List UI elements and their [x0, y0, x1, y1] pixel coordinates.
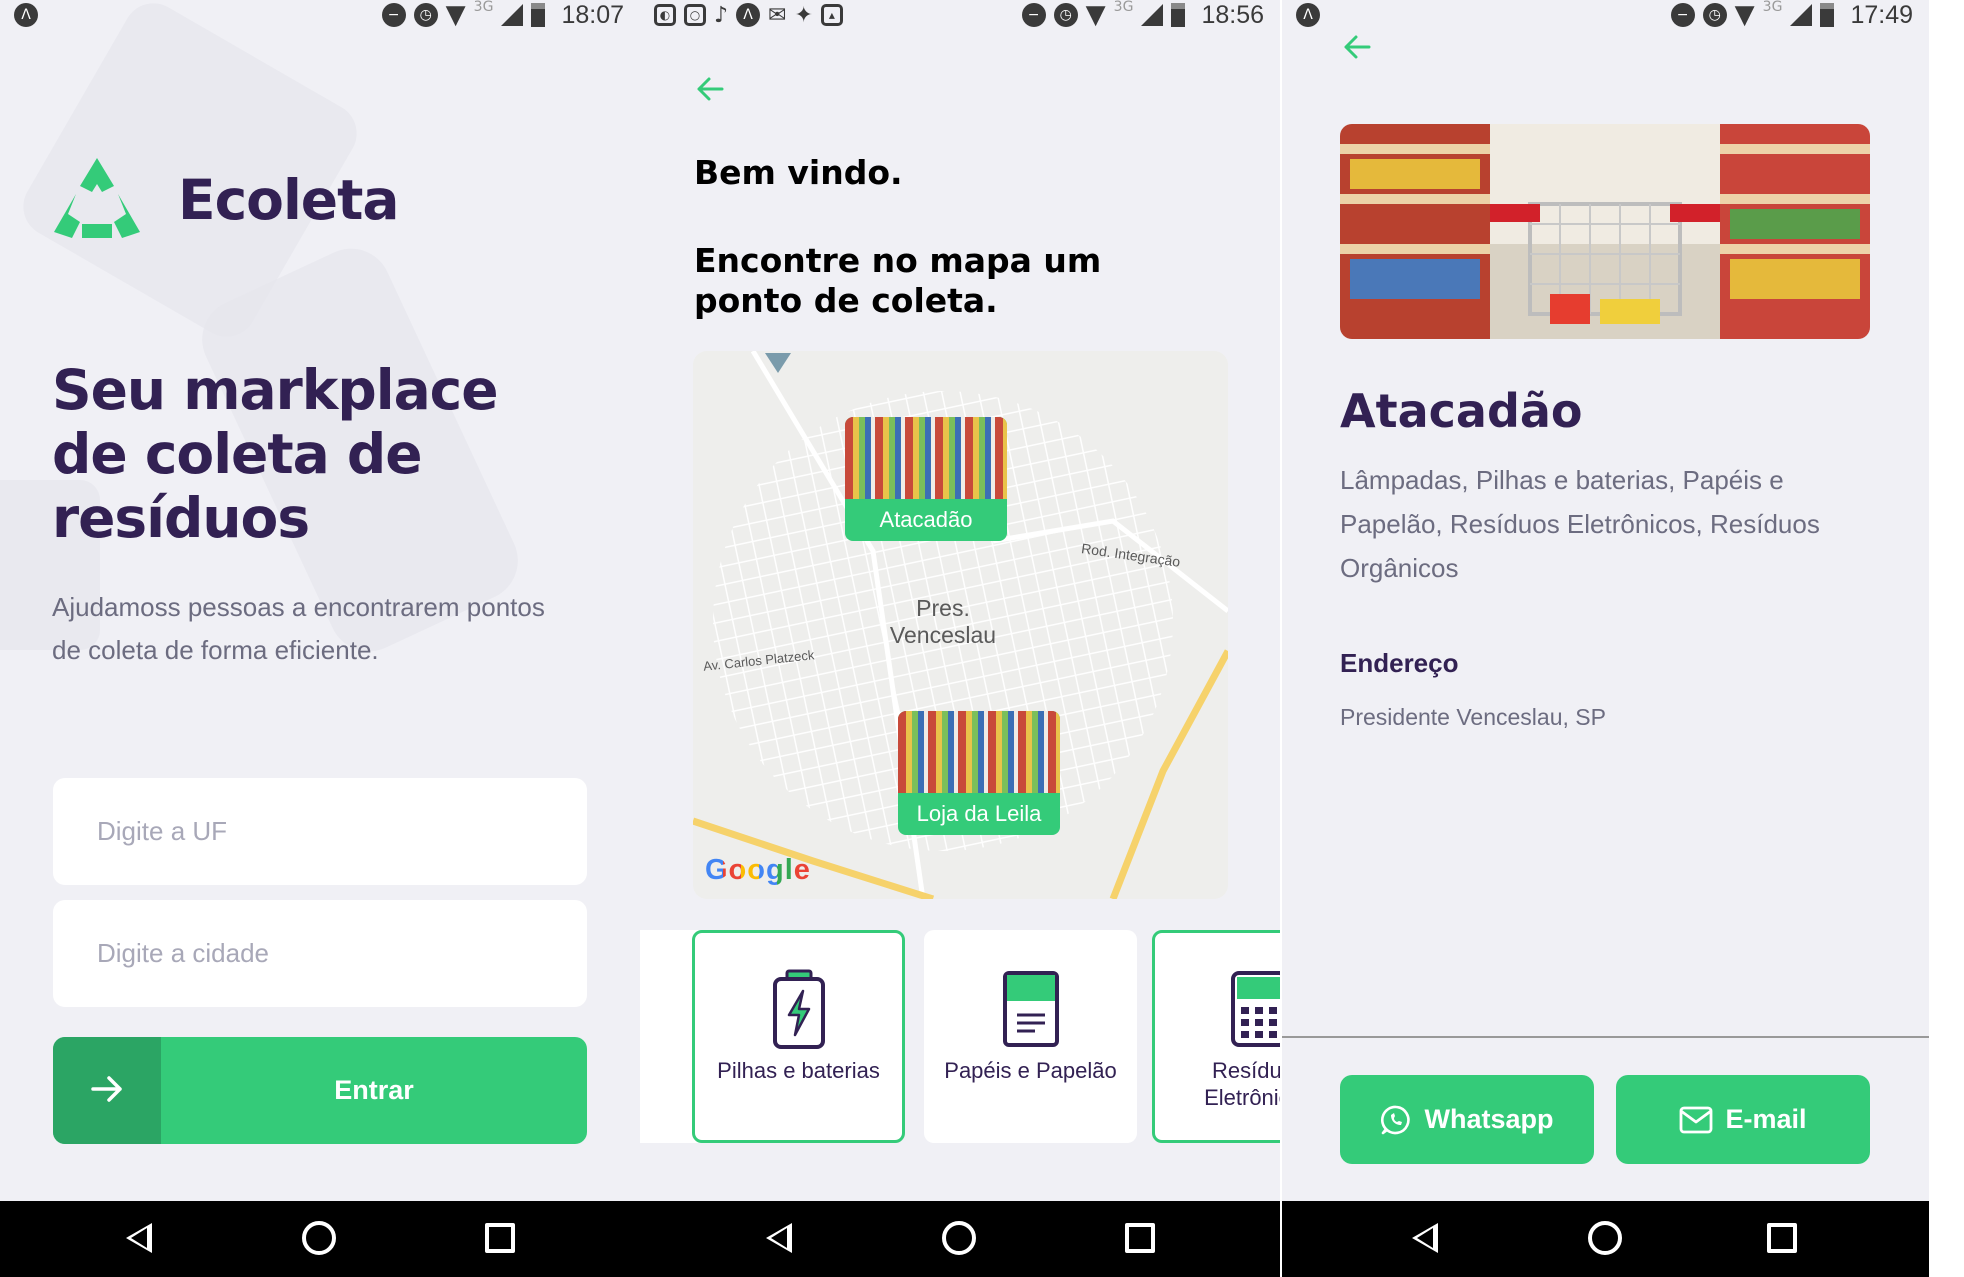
battery-status-icon — [531, 3, 546, 27]
item-label: Papéis e Papelão — [944, 1058, 1117, 1083]
item-card[interactable]: Resíduos Eletrônicos — [1152, 930, 1280, 1143]
alarm-icon: ◷ — [1702, 3, 1727, 27]
instruction-text: Encontre no mapa um ponto de coleta. — [694, 241, 1102, 320]
enter-button[interactable]: Entrar — [53, 1037, 587, 1144]
gmail-icon: ✉ — [768, 2, 787, 28]
welcome-title: Bem vindo. — [694, 153, 903, 192]
twitter-icon: ✦ — [794, 2, 813, 28]
dnd-icon: − — [381, 3, 406, 27]
points-map-screen: ◐ ○ ♪ Λ ✉ ✦ ▴ − ◷ ▼ 3G 18:56 Bem vindo. … — [640, 0, 1280, 1277]
discord-icon: ◐ — [654, 4, 676, 26]
network-type: 3G — [473, 0, 494, 15]
gallery-icon: ▴ — [820, 4, 843, 26]
signal-icon — [501, 4, 524, 26]
status-time: 18:07 — [561, 0, 624, 29]
point-image — [1340, 124, 1870, 339]
alarm-icon: ◷ — [1053, 3, 1078, 27]
back-arrow-icon[interactable] — [695, 74, 725, 104]
nav-recents-icon[interactable] — [1767, 1223, 1797, 1253]
nav-home-icon[interactable] — [942, 1221, 976, 1255]
app-notification-icon: Λ — [736, 3, 761, 27]
paper-icon — [1002, 971, 1059, 1047]
marker-image — [845, 417, 1007, 499]
item-label: Resíduos Eletrônicos — [1204, 1058, 1280, 1110]
nav-home-icon[interactable] — [1588, 1221, 1622, 1255]
network-type: 3G — [1762, 0, 1783, 15]
email-button[interactable]: E-mail — [1616, 1075, 1870, 1164]
battery-icon — [772, 969, 825, 1049]
point-name: Atacadão — [1340, 384, 1583, 438]
hero-title: Seu markplace de coleta de resíduos — [52, 358, 499, 550]
app-notification-icon: Λ — [14, 3, 38, 27]
navigation-bar — [1282, 1201, 1929, 1277]
navigation-bar — [640, 1201, 1280, 1277]
status-bar: Λ − ◷ ▼ 3G 18:07 — [0, 0, 640, 30]
back-arrow-icon[interactable] — [1342, 32, 1372, 62]
navigation-bar — [0, 1201, 640, 1277]
nav-home-icon[interactable] — [302, 1221, 336, 1255]
item-card[interactable]: Papéis e Papelão — [924, 930, 1137, 1143]
map-marker[interactable]: Atacadão — [845, 417, 1007, 541]
nav-recents-icon[interactable] — [1125, 1223, 1155, 1253]
signal-icon — [1790, 4, 1813, 26]
wifi-icon: ▼ — [445, 0, 466, 30]
recycle-logo-icon — [54, 158, 140, 238]
map-city-label: Pres. Venceslau — [889, 595, 997, 648]
dnd-icon: − — [1021, 3, 1046, 27]
nav-recents-icon[interactable] — [485, 1223, 515, 1253]
signal-icon — [1141, 4, 1164, 26]
hero-description: Ajudamoss pessoas a encontrarem pontos d… — [52, 592, 545, 665]
items-list[interactable]: Pilhas e baterias Papéis e Papelão Resíd… — [640, 930, 1280, 1145]
nav-back-icon[interactable] — [766, 1223, 792, 1253]
dnd-icon: − — [1670, 3, 1695, 27]
marker-label: Atacadão — [879, 507, 973, 532]
wifi-icon: ▼ — [1085, 0, 1106, 30]
nav-back-icon[interactable] — [1412, 1223, 1438, 1253]
point-items: Lâmpadas, Pilhas e baterias, Papéis e Pa… — [1340, 465, 1820, 583]
map-marker[interactable]: Loja da Leila — [898, 711, 1060, 835]
battery-status-icon — [1171, 3, 1186, 27]
marker-label: Loja da Leila — [916, 801, 1042, 826]
network-type: 3G — [1113, 0, 1134, 15]
electronics-icon — [1230, 971, 1280, 1047]
alarm-icon: ◷ — [413, 3, 438, 27]
address-title: Endereço — [1340, 648, 1459, 678]
supermarket-photo — [1340, 124, 1870, 339]
mail-icon — [1680, 1106, 1713, 1133]
point-detail-screen: Λ − ◷ ▼ 3G 17:49 Atacadão Lâmpadas, Pilh… — [1282, 0, 1929, 1277]
status-time: 17:49 — [1850, 0, 1913, 29]
email-label: E-mail — [1725, 1104, 1807, 1134]
enter-icon-box — [53, 1037, 161, 1144]
instagram-icon: ○ — [684, 4, 706, 26]
whatsapp-button[interactable]: Whatsapp — [1340, 1075, 1594, 1164]
google-attribution: Google — [705, 854, 811, 886]
tiktok-icon: ♪ — [714, 2, 729, 28]
item-card[interactable]: Pilhas e baterias — [692, 930, 905, 1143]
wifi-icon: ▼ — [1734, 0, 1755, 30]
marker-image — [898, 711, 1060, 793]
item-label: Pilhas e baterias — [717, 1058, 880, 1083]
address-value: Presidente Venceslau, SP — [1340, 704, 1606, 730]
home-screen: Λ − ◷ ▼ 3G 18:07 Ecoleta Seu markplace d… — [0, 0, 640, 1277]
arrow-right-icon — [91, 1076, 122, 1102]
uf-input[interactable]: Digite a UF — [53, 778, 587, 885]
city-input[interactable]: Digite a cidade — [53, 900, 587, 1007]
status-time: 18:56 — [1201, 0, 1264, 29]
map-view[interactable]: Rod. Integração Av. Carlos Platzeck Pres… — [693, 351, 1228, 899]
app-name: Ecoleta — [178, 168, 400, 232]
status-bar: Λ − ◷ ▼ 3G 17:49 — [1282, 0, 1929, 30]
status-bar: ◐ ○ ♪ Λ ✉ ✦ ▴ − ◷ ▼ 3G 18:56 — [640, 0, 1280, 30]
footer-divider — [1282, 1036, 1929, 1038]
nav-back-icon[interactable] — [126, 1223, 152, 1253]
whatsapp-label: Whatsapp — [1424, 1104, 1554, 1134]
whatsapp-icon — [1381, 1105, 1411, 1134]
enter-label: Entrar — [334, 1075, 414, 1105]
battery-status-icon — [1820, 3, 1835, 27]
app-notification-icon: Λ — [1296, 3, 1320, 27]
